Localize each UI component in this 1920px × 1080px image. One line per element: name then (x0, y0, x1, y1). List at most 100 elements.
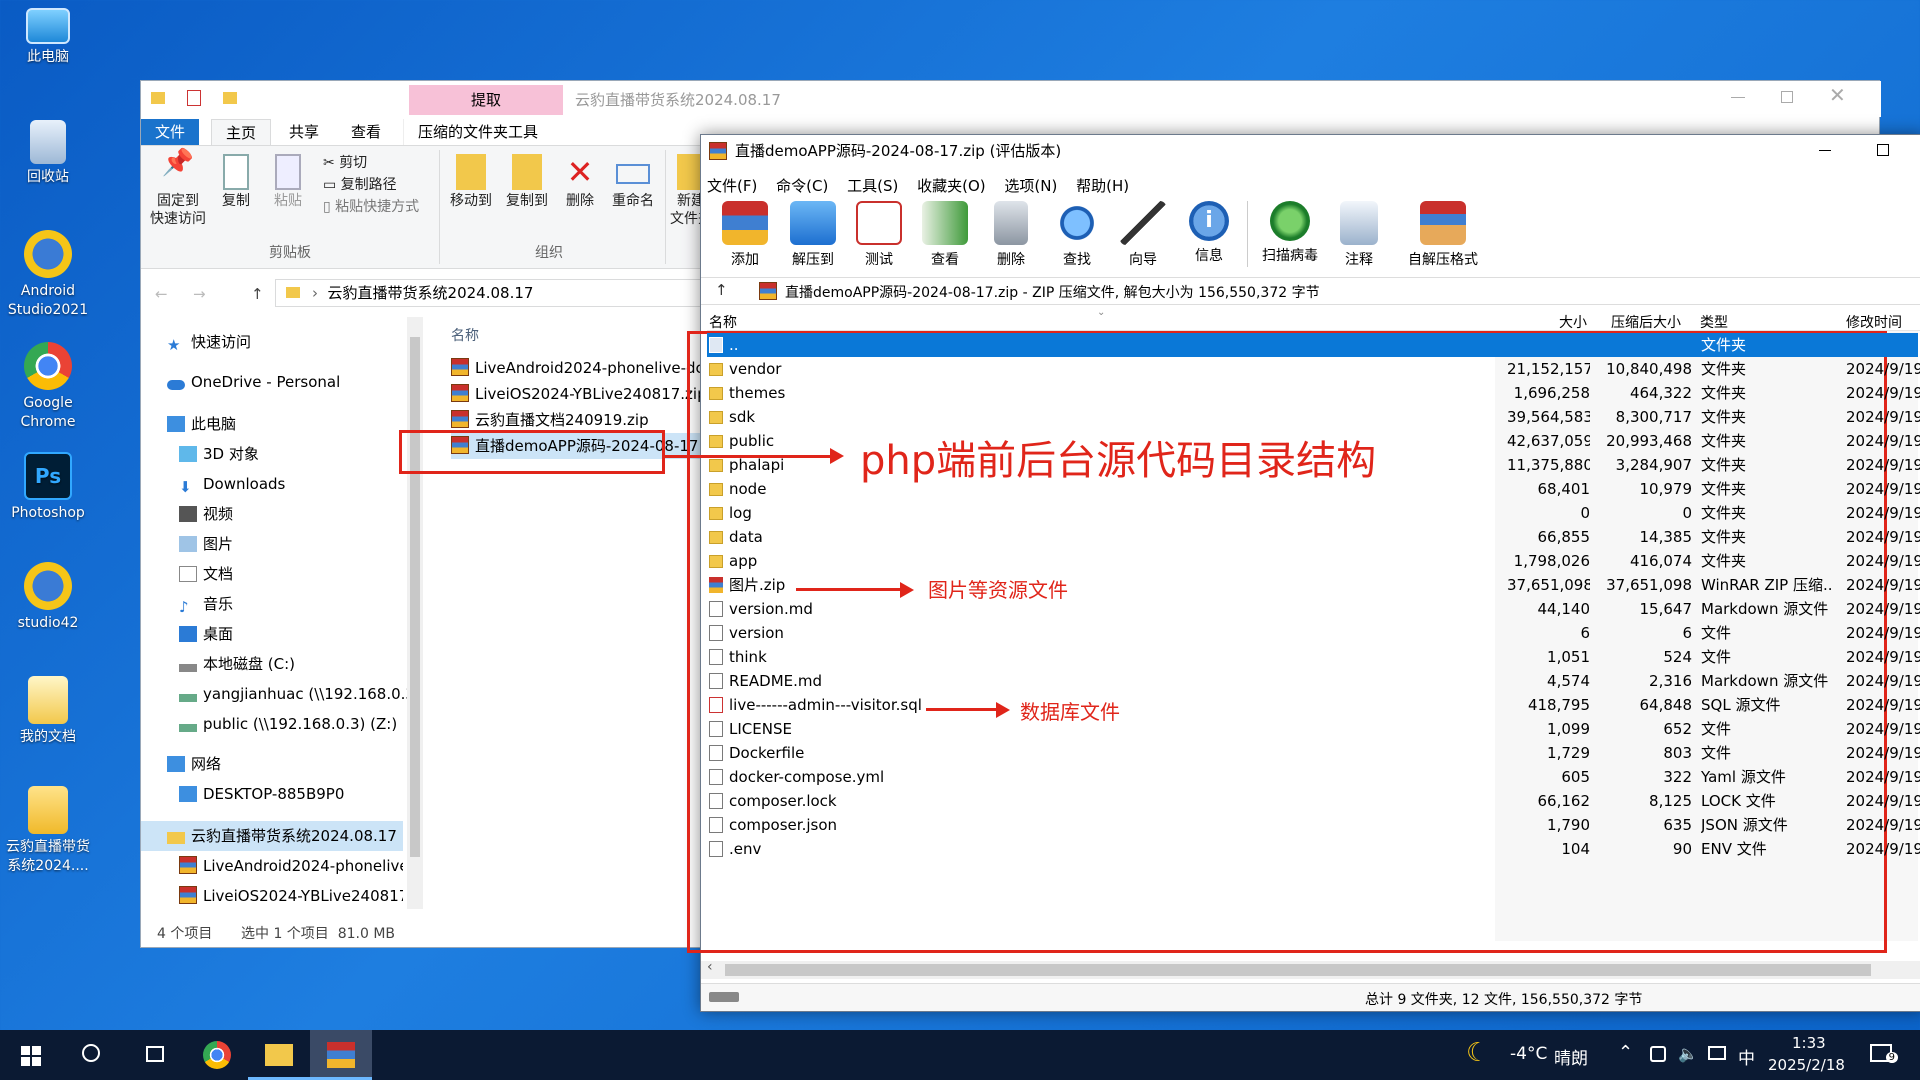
archive-row[interactable]: Dockerfile 1,729 803 文件 2024/9/19 (707, 741, 1920, 765)
scroll-left-icon[interactable]: ‹ (707, 959, 713, 975)
column-header-packed[interactable]: 压缩后大小 (1611, 312, 1681, 330)
taskbar-chrome[interactable] (186, 1030, 248, 1080)
tab-compressed-tools[interactable]: 压缩的文件夹工具 (403, 119, 552, 145)
tool-add[interactable]: 添加 (713, 201, 777, 269)
clock-time[interactable]: 1:33 (1792, 1034, 1826, 1052)
archive-row[interactable]: think 1,051 524 文件 2024/9/19 (707, 645, 1920, 669)
rename-button[interactable]: 重命名 (607, 154, 659, 210)
archive-row[interactable]: version.md 44,140 15,647 Markdown 源文件 2024/9… (707, 597, 1920, 621)
archive-row[interactable]: data 66,855 14,385 文件夹 2024/9/19 (707, 525, 1920, 549)
archive-row[interactable]: app 1,798,026 416,074 文件夹 2024/9/19 (707, 549, 1920, 573)
menu-commands[interactable]: 命令(C) (776, 177, 828, 195)
menu-tools[interactable]: 工具(S) (847, 177, 898, 195)
archive-row[interactable]: .env 104 90 ENV 文件 2024/9/19 (707, 837, 1920, 861)
properties-icon[interactable] (187, 90, 201, 106)
display-icon[interactable] (1708, 1046, 1726, 1060)
nav-documents[interactable]: 文档 (179, 559, 441, 589)
tool-delete[interactable]: 删除 (979, 201, 1043, 269)
archive-row-parent[interactable]: .. 文件夹 (707, 333, 1918, 357)
tab-view[interactable]: 查看 (337, 119, 395, 145)
maximize-button[interactable] (1781, 91, 1793, 103)
chevron-up-icon[interactable]: ⌃ (1618, 1042, 1633, 1063)
task-view-button[interactable] (124, 1030, 186, 1080)
paste-shortcut-button[interactable]: ▯ 粘贴快捷方式 (323, 196, 419, 216)
column-header-type[interactable]: 类型 (1700, 312, 1728, 330)
copy-path-button[interactable]: ▭ 复制路径 (323, 174, 397, 194)
weather-condition[interactable]: 晴朗 (1554, 1044, 1588, 1069)
menu-options[interactable]: 选项(N) (1004, 177, 1057, 195)
nav-up-button[interactable]: ↑ (251, 285, 264, 303)
archive-row[interactable]: LICENSE 1,099 652 文件 2024/9/19 (707, 717, 1920, 741)
desktop-icon-android-studio[interactable]: Android Studio2021 (2, 230, 94, 320)
quick-access-toolbar[interactable] (151, 90, 237, 108)
close-button[interactable]: ✕ (1829, 83, 1846, 107)
clock-date[interactable]: 2025/2/18 (1768, 1056, 1845, 1074)
search-button[interactable] (62, 1030, 124, 1080)
tool-wizard[interactable]: 向导 (1111, 201, 1175, 269)
archive-row[interactable]: vendor 21,152,157 10,840,498 文件夹 2024/9/19 (707, 357, 1920, 381)
scrollbar-thumb[interactable] (725, 964, 1871, 976)
tool-find[interactable]: 查找 (1045, 201, 1109, 269)
nav-quick-access[interactable]: ★ 快速访问 (167, 327, 429, 357)
nav-desktop-pc[interactable]: DESKTOP-885B9P0 (179, 779, 441, 809)
nav-network-drive-2[interactable]: public (\\192.168.0.3) (Z:) (179, 709, 429, 739)
nav-music[interactable]: ♪ 音乐 (179, 589, 441, 619)
address-bar[interactable]: › 云豹直播带货系统2024.08.17 (275, 279, 705, 307)
archive-row[interactable]: log 0 0 文件夹 2024/9/19 (707, 501, 1920, 525)
file-item[interactable]: LiveAndroid2024-phonelive-dc (451, 355, 709, 381)
desktop-icon-folder[interactable]: 云豹直播带货系统2024.... (2, 786, 94, 876)
tool-view[interactable]: 查看 (913, 201, 977, 269)
nav-back-button[interactable]: ← (155, 285, 168, 303)
ime-indicator[interactable]: 中 (1738, 1044, 1755, 1069)
nav-this-pc[interactable]: 此电脑 (167, 409, 429, 439)
nav-onedrive[interactable]: OneDrive - Personal (167, 367, 429, 397)
archive-row[interactable]: sdk 39,564,583 8,300,717 文件夹 2024/9/19 (707, 405, 1920, 429)
nav-zip-android[interactable]: LiveAndroid2024-phonelive (179, 851, 403, 881)
archive-row[interactable]: themes 1,696,258 464,322 文件夹 2024/9/19 (707, 381, 1920, 405)
tool-sfx[interactable]: 自解压格式 (1397, 201, 1489, 269)
paste-button[interactable]: 粘贴 (265, 154, 311, 210)
archive-row[interactable]: live------admin---visitor.sql 418,795 64,8… (707, 693, 1920, 717)
move-to-button[interactable]: 移动到 (445, 154, 497, 210)
archive-row[interactable]: docker-compose.yml 605 322 Yaml 源文件 2024/9/1… (707, 765, 1920, 789)
nav-desktop[interactable]: 桌面 (179, 619, 441, 649)
menu-file[interactable]: 文件(F) (707, 177, 757, 195)
tool-extract[interactable]: 解压到 (781, 201, 845, 269)
file-item[interactable]: LiveiOS2024-YBLive240817.zip (451, 381, 709, 407)
nav-current-folder[interactable]: 云豹直播带货系统2024.08.17 (141, 821, 403, 851)
archive-row[interactable]: README.md 4,574 2,316 Markdown 源文件 2024/9/19 (707, 669, 1920, 693)
menu-favorites[interactable]: 收藏夹(O) (917, 177, 986, 195)
desktop-icon-chrome[interactable]: Google Chrome (2, 342, 94, 432)
copy-button[interactable]: 复制 (213, 154, 259, 210)
column-header-size[interactable]: 大小 (1559, 312, 1587, 330)
nav-videos[interactable]: 视频 (179, 499, 441, 529)
up-one-level-icon[interactable]: ↑ (715, 281, 728, 299)
delete-button[interactable]: ✕ 删除 (557, 154, 603, 210)
desktop-icon-recycle-bin[interactable]: 回收站 (2, 120, 94, 187)
cut-button[interactable]: ✂ 剪切 (323, 152, 367, 172)
tab-file[interactable]: 文件 (141, 119, 200, 145)
tool-test[interactable]: 测试 (847, 201, 911, 269)
nav-network-drive-1[interactable]: yangjianhuac (\\192.168.0.3 (179, 679, 429, 709)
desktop-icon-this-pc[interactable]: 此电脑 (2, 8, 94, 67)
tab-home[interactable]: 主页 (211, 119, 272, 145)
tool-scan-virus[interactable]: 扫描病毒 (1253, 201, 1327, 265)
weather-temp[interactable]: -4°C (1510, 1044, 1547, 1064)
scrollbar-thumb[interactable] (410, 337, 420, 857)
column-header-date[interactable]: 修改时间 (1846, 312, 1902, 330)
maximize-button[interactable] (1877, 144, 1889, 156)
desktop-icon-photoshop[interactable]: Ps Photoshop (2, 452, 94, 523)
nav-pictures[interactable]: 图片 (179, 529, 441, 559)
archive-path[interactable]: 直播demoAPP源码-2024-08-17.zip - ZIP 压缩文件, 解… (785, 282, 1320, 302)
archive-row[interactable]: composer.lock 66,162 8,125 LOCK 文件 2024/9/19 (707, 789, 1920, 813)
column-header-name[interactable]: 名称 (709, 312, 737, 330)
tool-comment[interactable]: 注释 (1327, 201, 1391, 269)
volume-icon[interactable]: 🔈 (1678, 1044, 1698, 1063)
notification-icon[interactable]: 9 (1870, 1044, 1898, 1063)
archive-row[interactable]: composer.json 1,790 635 JSON 源文件 2024/9/19 (707, 813, 1920, 837)
tool-info[interactable]: i 信息 (1177, 201, 1241, 265)
taskbar-explorer[interactable] (248, 1030, 310, 1080)
copy-to-button[interactable]: 复制到 (501, 154, 553, 210)
column-header-name[interactable]: 名称 (451, 325, 479, 345)
pin-quick-access-button[interactable]: 📌 固定到 快速访问 (147, 150, 209, 228)
